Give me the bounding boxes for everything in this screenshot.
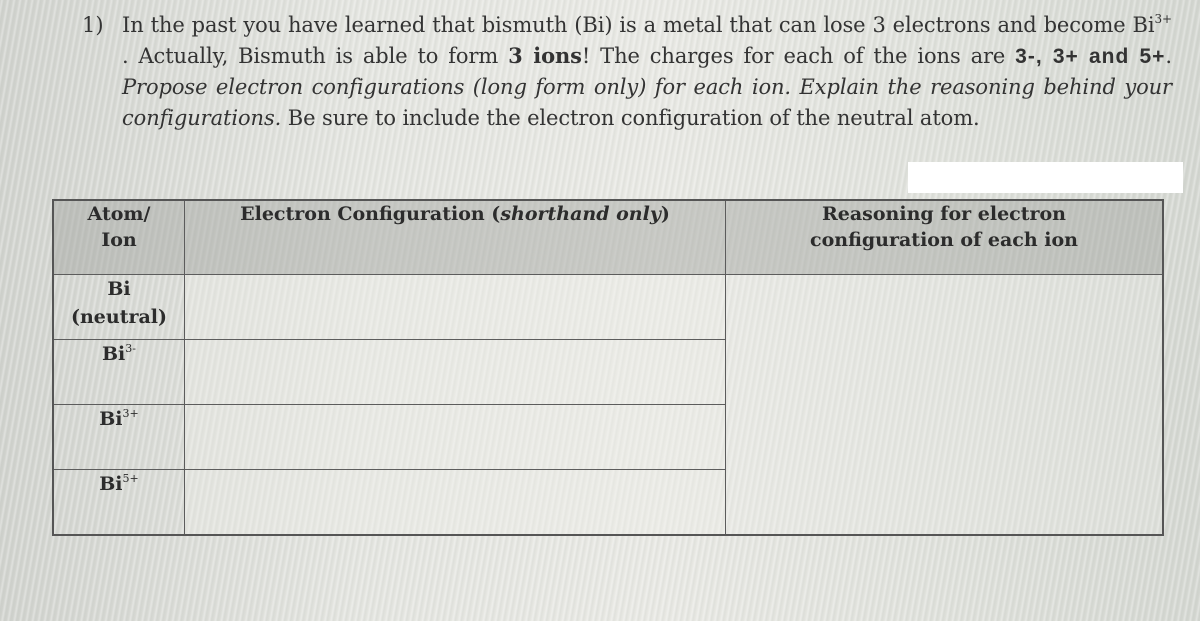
header-reasoning-line1: Reasoning for electron (821, 203, 1066, 225)
ion-symbol: Bi (102, 343, 126, 365)
reasoning-cell[interactable] (725, 274, 1164, 536)
question-closing: Be sure to include the electron configur… (281, 105, 980, 130)
bi-charge-superscript: 3+ (1154, 12, 1173, 26)
question-sentence2-pre: . Actually, Bismuth is able to form (122, 43, 509, 68)
ion-label-bi-5plus: Bi5+ (52, 469, 185, 536)
header-config-close: ) (660, 203, 670, 225)
question-ions-count: 3 ions (508, 42, 582, 68)
header-config-main: Electron Configuration ( (240, 203, 501, 225)
question-block: 1) In the past you have learned that bis… (82, 10, 1172, 133)
ion-label-bi-neutral: Bi (neutral) (52, 274, 185, 340)
table-row-bi-neutral: Bi (neutral) (52, 274, 1164, 536)
header-atom-ion-line2: Ion (101, 229, 137, 251)
ion-note: (neutral) (70, 306, 167, 328)
header-atom-ion-line1: Atom/ (87, 203, 151, 225)
ion-charge: 3- (125, 342, 136, 355)
config-cell-bi-3minus[interactable] (184, 339, 726, 405)
answer-table: Atom/ Ion Electron Configuration (shorth… (52, 199, 1164, 536)
config-cell-bi-3plus[interactable] (184, 404, 726, 470)
ion-label-bi-3plus: Bi3+ (52, 404, 185, 470)
ion-label-bi-3minus: Bi3- (52, 339, 185, 405)
question-charges: 3-, 3+ and 5+ (1015, 44, 1166, 68)
table-header-row: Atom/ Ion Electron Configuration (shorth… (52, 199, 1164, 275)
question-charges-post: . (1165, 43, 1172, 68)
question-text: In the past you have learned that bismut… (122, 10, 1172, 133)
ion-charge: 3+ (122, 407, 139, 420)
header-reasoning-line2: configuration of each ion (810, 229, 1078, 251)
ion-symbol: Bi (99, 408, 123, 430)
header-atom-ion: Atom/ Ion (52, 199, 185, 275)
config-cell-bi-neutral[interactable] (184, 274, 726, 340)
ion-charge: 5+ (122, 472, 139, 485)
config-cell-bi-5plus[interactable] (184, 469, 726, 536)
header-reasoning: Reasoning for electron configuration of … (725, 199, 1164, 275)
ion-symbol: Bi (99, 473, 123, 495)
header-config-italic: shorthand only (500, 203, 661, 225)
question-sentence2-post: ! The charges for each of the ions are (581, 43, 1016, 68)
question-intro: In the past you have learned that bismut… (122, 13, 1155, 37)
header-electron-configuration: Electron Configuration (shorthand only) (184, 199, 726, 275)
ion-symbol: Bi (107, 278, 131, 300)
redaction-box (908, 162, 1183, 193)
question-number: 1) (82, 13, 104, 37)
